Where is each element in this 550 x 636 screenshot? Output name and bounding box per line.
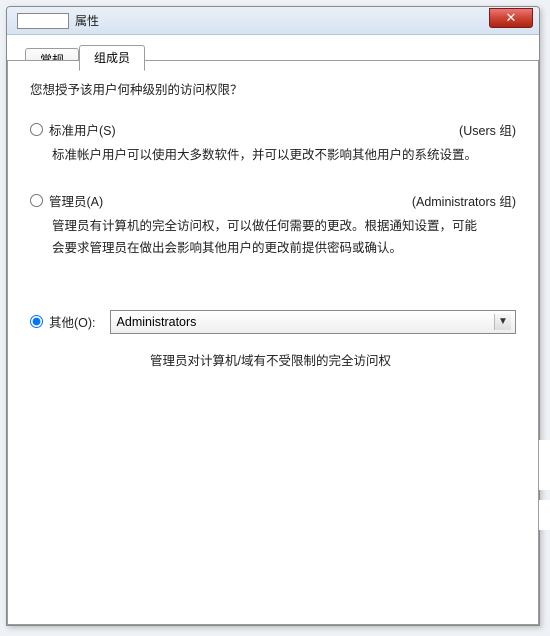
radio-other[interactable] (30, 315, 43, 328)
properties-dialog: 属性 ✕ 常规 组成员 您想授予该用户何种级别的访问权限？ 标准用户(S) (U… (6, 6, 540, 626)
desc-other: 管理员对计算机/域有不受限制的完全访问权 (150, 350, 516, 369)
radio-administrator[interactable] (30, 194, 43, 207)
desc-administrator: 管理员有计算机的完全访问权，可以做任何需要的更改。根据通知设置，可能会要求管理员… (52, 216, 482, 260)
tab-group-membership[interactable]: 组成员 (79, 45, 145, 71)
tab-panel-group-membership: 您想授予该用户何种级别的访问权限？ 标准用户(S) (Users 组) 标准帐户… (7, 60, 539, 625)
close-button[interactable]: ✕ (489, 8, 533, 28)
close-icon: ✕ (506, 10, 517, 25)
radio-standard-user[interactable] (30, 123, 43, 136)
group-administrator: (Administrators 组) (412, 191, 516, 210)
option-standard-user: 标准用户(S) (Users 组) 标准帐户用户可以使用大多数软件，并可以更改不… (30, 120, 516, 167)
label-other: 其他(O): (49, 312, 96, 331)
titlebar[interactable]: 属性 ✕ (7, 7, 539, 35)
chevron-down-icon: ▼ (494, 314, 511, 330)
label-administrator: 管理员(A) (49, 191, 103, 210)
group-dropdown-value: Administrators (117, 315, 197, 329)
label-standard-user: 标准用户(S) (49, 120, 116, 139)
option-administrator: 管理员(A) (Administrators 组) 管理员有计算机的完全访问权，… (30, 191, 516, 260)
title-obscured (17, 13, 69, 29)
client-area: 常规 组成员 您想授予该用户何种级别的访问权限？ 标准用户(S) (Users … (7, 35, 539, 625)
title-suffix: 属性 (75, 12, 99, 29)
group-dropdown[interactable]: Administrators ▼ (110, 310, 516, 334)
desc-standard-user: 标准帐户用户可以使用大多数软件，并可以更改不影响其他用户的系统设置。 (52, 145, 482, 167)
access-level-prompt: 您想授予该用户何种级别的访问权限？ (30, 79, 516, 98)
group-standard-user: (Users 组) (459, 120, 516, 139)
option-other: 其他(O): Administrators ▼ (30, 310, 516, 334)
